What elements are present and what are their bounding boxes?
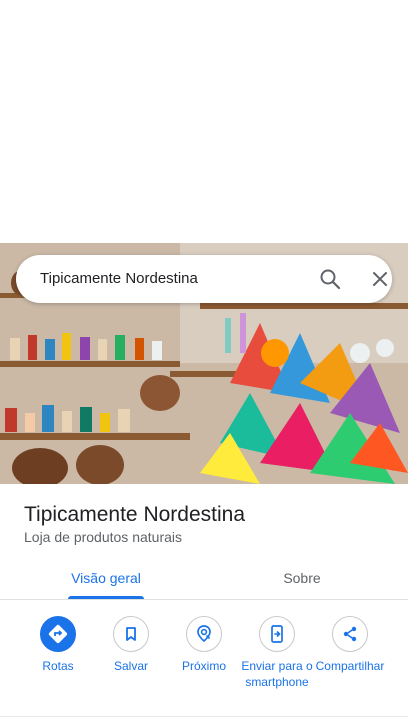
search-bar[interactable]: Tipicamente Nordestina <box>16 255 392 303</box>
action-bar: Rotas Salvar Próximo Enviar para o smart… <box>0 612 408 712</box>
share-label: Compartilhar <box>315 659 385 673</box>
place-category[interactable]: Loja de produtos naturais <box>24 528 182 546</box>
send-to-phone-label: Enviar para o smartphone <box>241 659 313 689</box>
bookmark-icon <box>113 616 149 652</box>
share-button[interactable]: Compartilhar <box>310 612 390 674</box>
search-icon[interactable] <box>318 267 342 291</box>
save-button[interactable]: Salvar <box>91 612 171 674</box>
nearby-button[interactable]: Próximo <box>164 612 244 674</box>
active-tab-indicator <box>68 596 144 599</box>
divider <box>0 716 408 717</box>
directions-icon <box>40 616 76 652</box>
map-area-blank <box>0 0 408 243</box>
tab-bar: Visão geral Sobre <box>0 556 408 600</box>
tab-about[interactable]: Sobre <box>232 556 372 600</box>
directions-label: Rotas <box>42 659 74 673</box>
search-input[interactable]: Tipicamente Nordestina <box>40 269 198 289</box>
share-icon <box>332 616 368 652</box>
nearby-icon <box>186 616 222 652</box>
close-icon[interactable] <box>368 267 392 291</box>
nearby-label: Próximo <box>181 659 226 673</box>
save-label: Salvar <box>113 659 148 673</box>
directions-button[interactable]: Rotas <box>18 612 98 674</box>
place-title: Tipicamente Nordestina <box>24 503 245 526</box>
send-to-phone-button[interactable]: Enviar para o smartphone <box>237 612 317 690</box>
tab-overview[interactable]: Visão geral <box>36 556 176 600</box>
send-to-phone-icon <box>259 616 295 652</box>
